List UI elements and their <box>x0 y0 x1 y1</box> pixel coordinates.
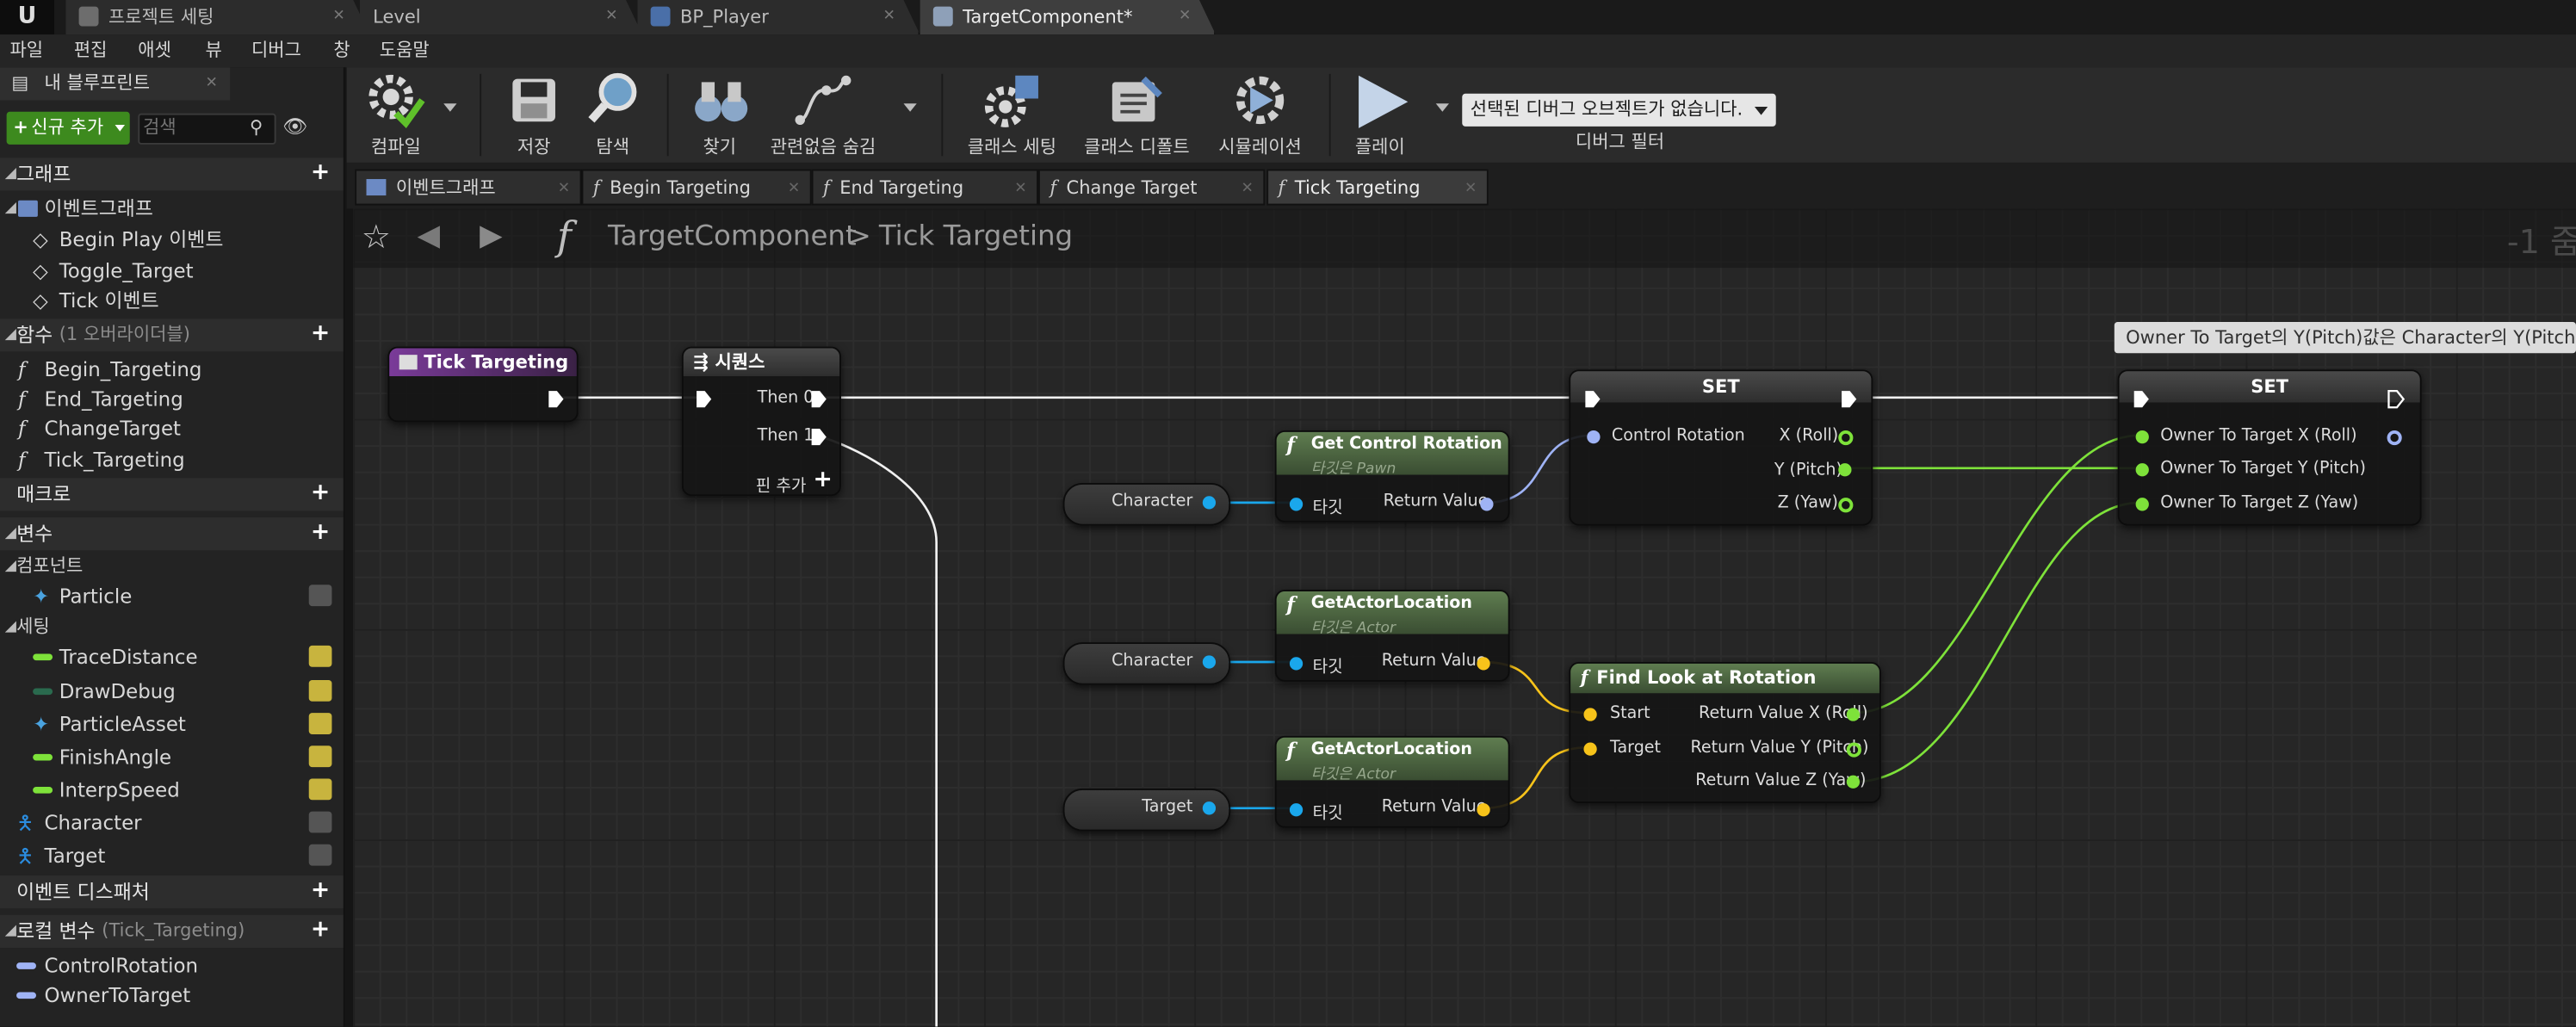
variable-label: Character <box>1112 492 1193 511</box>
float-out-pin-icon[interactable] <box>1838 430 1854 446</box>
exec-out-pin-icon[interactable] <box>2387 389 2406 409</box>
node-title: GetActorLocation <box>1310 594 1472 613</box>
object-out-pin-icon[interactable] <box>1202 496 1217 510</box>
add-pin-label[interactable]: 핀 추가 <box>756 472 807 496</box>
float-out-pin-icon[interactable] <box>1838 498 1854 513</box>
rotator-out-pin-icon[interactable] <box>1480 498 1494 511</box>
character-getter-node[interactable]: Character <box>1062 642 1231 685</box>
target-pin-label: 타깃 <box>1312 804 1343 823</box>
character-getter-node[interactable]: Character <box>1062 482 1231 526</box>
vector-in-pin-icon[interactable] <box>1583 708 1597 721</box>
sequence-icon: ⇶ <box>693 351 709 374</box>
float-wire <box>1853 434 2141 715</box>
float-out-pin-icon[interactable] <box>1838 463 1852 477</box>
find-look-at-rotation-node[interactable]: f Find Look at Rotation Start Target Retu… <box>1569 661 1881 804</box>
node-header: f Get Control Rotation 타깃은 Pawn <box>1276 431 1508 479</box>
node-title: Find Look at Rotation <box>1596 666 1817 689</box>
get-control-rotation-node[interactable]: f Get Control Rotation 타깃은 Pawn 타깃 Retur… <box>1274 430 1510 523</box>
target-getter-node[interactable]: Target <box>1062 788 1231 832</box>
exec-in-pin-icon[interactable] <box>1583 389 1601 409</box>
vector-out-pin-icon[interactable] <box>1477 657 1490 671</box>
float-out-pin-icon[interactable] <box>1846 775 1861 789</box>
then-1-pin-label: Then 1 <box>757 427 814 446</box>
return-pin-label: Return Value <box>1381 652 1487 671</box>
exec-wire <box>815 434 938 1027</box>
function-icon: f <box>1286 592 1295 616</box>
z-yaw-pin-label: Z (Yaw) <box>1777 494 1838 513</box>
add-pin-icon[interactable]: + <box>814 467 833 493</box>
exec-in-pin-icon[interactable] <box>2133 389 2151 409</box>
sequence-node[interactable]: ⇶ 시퀀스 Then 0 Then 1 핀 추가 + <box>681 346 841 497</box>
node-title: 시퀀스 <box>715 351 765 374</box>
float-out-pin-icon[interactable] <box>1846 742 1861 758</box>
control-rotation-pin-label: Control Rotation <box>1611 427 1745 446</box>
target-pin-label: 타깃 <box>1312 659 1343 677</box>
node-header: f GetActorLocation 타깃은 Actor <box>1276 737 1508 784</box>
node-header: ⇶ 시퀀스 <box>683 348 840 376</box>
target-pin-label: Target <box>1609 739 1662 758</box>
node-title: Get Control Rotation <box>1310 435 1502 454</box>
node-header: f GetActorLocation 타깃은 Actor <box>1276 591 1508 637</box>
return-pin-label: Return Value <box>1383 492 1489 511</box>
owner-z-pin-label: Owner To Target Z (Yaw) <box>2160 494 2359 513</box>
return-pin-label: Return Value <box>1381 798 1487 817</box>
then-0-pin-label: Then 0 <box>757 389 814 408</box>
object-out-pin-icon[interactable] <box>1202 801 1217 815</box>
owner-x-pin-label: Owner To Target X (Roll) <box>2160 427 2357 446</box>
node-tooltip: Owner To Target의 Y(Pitch)값은 Character의 Y… <box>2114 321 2576 354</box>
entry-icon <box>399 355 418 370</box>
node-subtitle: 타깃은 Actor <box>1310 767 1396 784</box>
vector-in-pin-icon[interactable] <box>1583 742 1597 756</box>
set-control-rotation-node[interactable]: SET Control Rotation X (Roll) Y (Pitch) … <box>1569 369 1873 526</box>
object-in-pin-icon[interactable] <box>1289 657 1303 671</box>
x-roll-pin-label: X (Roll) <box>1779 427 1839 446</box>
vector-out-pin-icon[interactable] <box>1477 803 1490 817</box>
object-in-pin-icon[interactable] <box>1289 498 1303 511</box>
exec-out-pin-icon[interactable] <box>810 389 828 409</box>
exec-out-pin-icon[interactable] <box>810 427 828 447</box>
function-entry-node[interactable]: Tick Targeting <box>387 346 579 423</box>
function-icon: f <box>1580 666 1588 689</box>
y-pitch-pin-label: Y (Pitch) <box>1774 461 1842 480</box>
return-y-pin-label: Return Value Y (Pitch) <box>1690 739 1869 758</box>
node-header: f Find Look at Rotation <box>1570 663 1879 694</box>
node-header: SET <box>2119 371 2420 403</box>
float-out-pin-icon[interactable] <box>1846 708 1861 721</box>
node-header: Tick Targeting <box>389 348 577 376</box>
owner-y-pin-label: Owner To Target Y (Pitch) <box>2160 460 2366 479</box>
return-z-pin-label: Return Value Z (Yaw) <box>1695 771 1867 790</box>
return-x-pin-label: Return Value X (Roll) <box>1699 704 1868 723</box>
variable-label: Character <box>1112 652 1193 671</box>
float-in-pin-icon[interactable] <box>2135 463 2149 477</box>
node-title: SET <box>2251 375 2289 398</box>
function-icon: f <box>1286 739 1295 763</box>
float-wire <box>1853 501 2141 783</box>
node-subtitle: 타깃은 Pawn <box>1310 461 1396 479</box>
variable-label: Target <box>1142 798 1193 817</box>
object-out-pin-icon[interactable] <box>1202 655 1217 669</box>
get-actor-location-node[interactable]: f GetActorLocation 타깃은 Actor 타깃 Return V… <box>1274 735 1510 828</box>
rotator-in-pin-icon[interactable] <box>1587 430 1601 444</box>
function-icon: f <box>1286 433 1295 457</box>
rotator-out-pin-icon[interactable] <box>2387 430 2402 446</box>
target-pin-label: 타깃 <box>1312 499 1343 518</box>
exec-out-pin-icon[interactable] <box>1840 389 1858 409</box>
get-actor-location-node[interactable]: f GetActorLocation 타깃은 Actor 타깃 Return V… <box>1274 590 1510 682</box>
exec-in-pin-icon[interactable] <box>695 389 713 409</box>
node-title: Tick Targeting <box>424 351 569 374</box>
object-in-pin-icon[interactable] <box>1289 803 1303 817</box>
start-pin-label: Start <box>1609 704 1650 723</box>
exec-out-pin-icon[interactable] <box>547 389 565 409</box>
float-in-pin-icon[interactable] <box>2135 430 2149 444</box>
node-title: SET <box>1701 375 1740 398</box>
set-owner-to-target-node[interactable]: SET Owner To Target X (Roll) Owner To Ta… <box>2117 369 2422 526</box>
node-subtitle: 타깃은 Actor <box>1310 621 1396 638</box>
node-header: SET <box>1570 371 1872 403</box>
float-in-pin-icon[interactable] <box>2135 498 2149 511</box>
node-title: GetActorLocation <box>1310 740 1472 759</box>
